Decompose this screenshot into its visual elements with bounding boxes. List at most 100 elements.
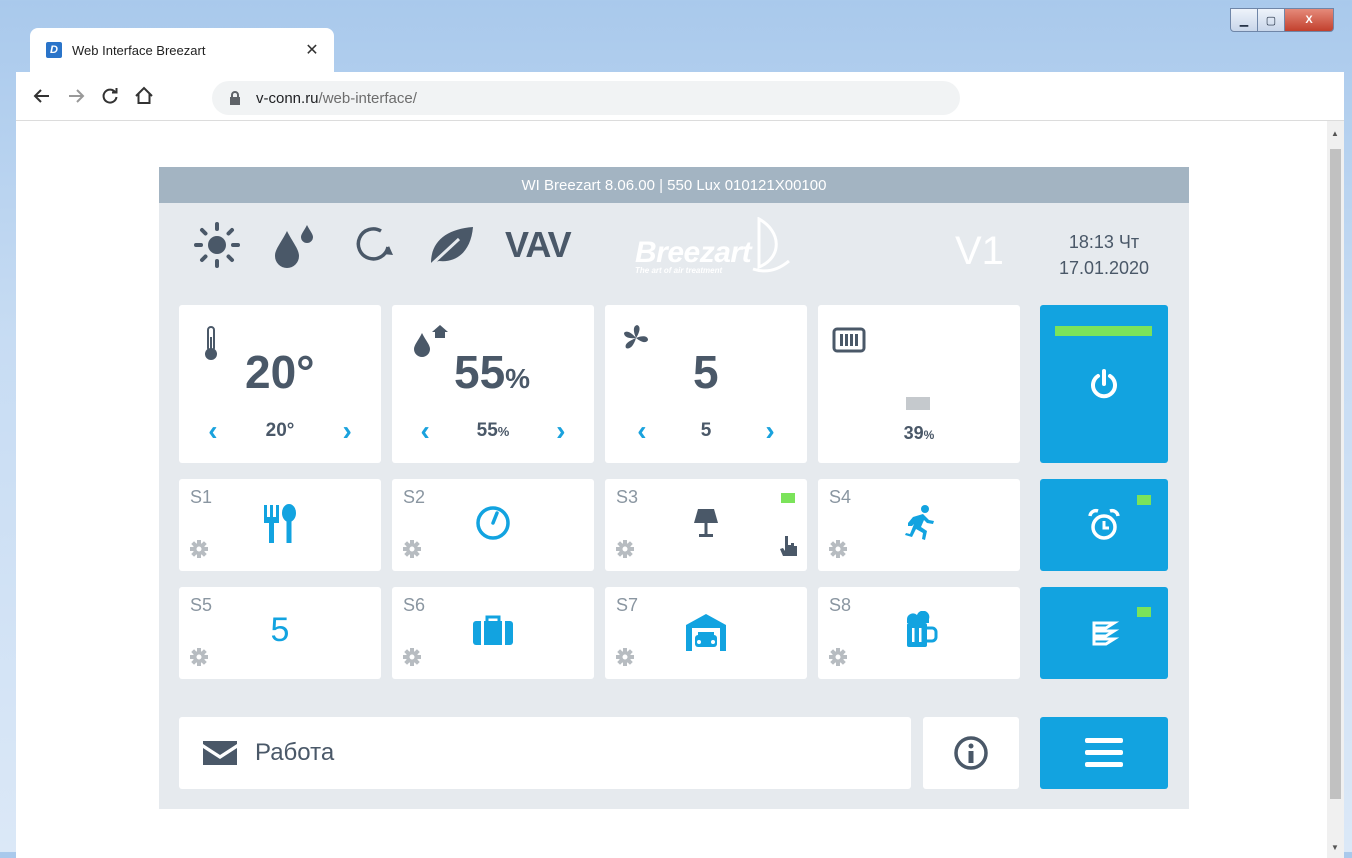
scenario-card-s2[interactable]: S2 <box>392 479 594 571</box>
schedule-active-indicator <box>1137 607 1151 617</box>
humidity-unit: % <box>505 363 531 394</box>
info-icon <box>954 736 988 770</box>
time-text: 18:13 Чт <box>1068 232 1140 252</box>
humidity-controls: ‹ 55% › <box>392 415 594 447</box>
fan-controls: ‹ 5 › <box>605 415 807 447</box>
garage-icon <box>605 611 807 653</box>
tab-title: Web Interface Breezart <box>72 42 206 58</box>
lock-icon <box>230 91 240 105</box>
humidity-number: 55 <box>454 346 506 398</box>
mode-icons: VAV <box>193 219 599 271</box>
gear-icon[interactable] <box>189 647 209 667</box>
thermometer-icon <box>205 326 217 360</box>
vertical-scrollbar[interactable]: ▲ ▼ <box>1327 121 1344 858</box>
scenario-card-s3[interactable]: S3 <box>605 479 807 571</box>
hand-pointer-icon <box>780 536 797 556</box>
briefcase-icon <box>392 611 594 651</box>
info-button[interactable] <box>923 717 1019 789</box>
browser-tab[interactable]: D Web Interface Breezart ✕ <box>30 28 334 72</box>
scenario-card-s8[interactable]: S8 <box>818 587 1020 679</box>
alarm-clock-icon <box>1088 508 1120 540</box>
home-humidity-icon <box>414 325 448 357</box>
gear-icon[interactable] <box>615 539 635 559</box>
url-host: v-conn.ru <box>256 89 319 107</box>
temperature-value: 20° <box>245 346 315 398</box>
menu-button[interactable] <box>1040 717 1168 789</box>
window-controls: ▁ ▢ X <box>1230 8 1334 32</box>
schedule-button[interactable] <box>1040 587 1168 679</box>
gear-icon[interactable] <box>615 647 635 667</box>
scenario-card-s1[interactable]: S1 <box>179 479 381 571</box>
page-viewport: ▲ ▼ WI Breezart 8.06.00 | 550 Lux 010121… <box>16 121 1344 858</box>
fan-speed-tile: 5 ‹ 5 › <box>605 305 807 463</box>
temperature-controls: ‹ 20° › <box>179 415 381 447</box>
beer-mug-icon <box>818 611 1020 653</box>
panel-header: WI Breezart 8.06.00 | 550 Lux 010121X001… <box>159 167 1189 203</box>
scenario-card-s7[interactable]: S7 <box>605 587 807 679</box>
leaf-icon <box>425 221 477 269</box>
utensils-icon <box>179 503 381 545</box>
scenario-card-s6[interactable]: S6 <box>392 587 594 679</box>
alarm-clock-button[interactable] <box>1040 479 1168 571</box>
scenario-card-s4[interactable]: S4 <box>818 479 1020 571</box>
scrollbar-thumb[interactable] <box>1330 149 1341 799</box>
status-message: Работа <box>255 739 335 766</box>
home-icon[interactable] <box>132 84 156 108</box>
fan-setpoint: 5 <box>700 420 712 441</box>
humidity-increase-button[interactable]: › <box>546 415 576 447</box>
power-status-indicator <box>1055 326 1152 336</box>
browser-window: ▁ ▢ X D Web Interface Breezart ✕ v-conn.… <box>8 8 1344 858</box>
heater-tile: 39% <box>818 305 1020 463</box>
humidity-drops-icon <box>269 221 321 269</box>
scenario-active-indicator <box>781 493 795 503</box>
envelope-icon <box>203 741 237 765</box>
scroll-down-icon[interactable]: ▼ <box>1331 843 1339 852</box>
temperature-setpoint: 20° <box>265 420 295 441</box>
gear-icon[interactable] <box>402 539 422 559</box>
brand-name: Breezart <box>635 236 752 269</box>
status-message-box: Работа <box>179 717 911 789</box>
humidity-value: 55% <box>454 345 530 399</box>
alarm-active-indicator <box>1137 495 1151 505</box>
url-text: v-conn.ru/web-interface/ <box>256 90 417 107</box>
sun-icon <box>193 221 241 269</box>
maximize-button[interactable]: ▢ <box>1258 8 1285 32</box>
lamp-icon <box>605 503 807 543</box>
gear-icon[interactable] <box>828 647 848 667</box>
close-window-button[interactable]: X <box>1285 8 1334 32</box>
scenario-value: 5 <box>270 611 290 649</box>
vav-mode-label: VAV <box>505 224 572 265</box>
fan-increase-button[interactable]: › <box>755 415 785 447</box>
schedule-layers-icon <box>1092 621 1120 646</box>
clock-icon <box>392 503 594 543</box>
forward-arrow-icon[interactable] <box>64 84 88 108</box>
browser-toolbar: v-conn.ru/web-interface/ <box>16 72 1344 121</box>
recirculation-icon <box>349 221 397 269</box>
address-bar[interactable]: v-conn.ru/web-interface/ <box>212 81 960 115</box>
minimize-button[interactable]: ▁ <box>1230 8 1258 32</box>
tab-close-button[interactable]: ✕ <box>302 40 322 60</box>
humidity-setpoint-unit: % <box>497 424 510 439</box>
heater-value: 39% <box>818 423 1020 444</box>
back-arrow-icon[interactable] <box>30 84 54 108</box>
fan-icon <box>624 325 648 349</box>
running-person-icon <box>818 503 1020 543</box>
temperature-decrease-button[interactable]: ‹ <box>198 415 228 447</box>
gear-icon[interactable] <box>189 539 209 559</box>
scroll-up-icon[interactable]: ▲ <box>1331 129 1339 138</box>
scenario-card-s5[interactable]: S5 5 <box>179 587 381 679</box>
gear-icon[interactable] <box>402 647 422 667</box>
humidity-decrease-button[interactable]: ‹ <box>410 415 440 447</box>
power-icon <box>1091 369 1117 399</box>
sail-icon <box>752 217 791 273</box>
power-button[interactable] <box>1040 305 1168 463</box>
heater-number: 39 <box>903 423 924 443</box>
hamburger-menu-icon <box>1085 738 1123 767</box>
gear-icon[interactable] <box>828 539 848 559</box>
radiator-icon <box>832 327 866 353</box>
fan-decrease-button[interactable]: ‹ <box>627 415 657 447</box>
temperature-increase-button[interactable]: › <box>332 415 362 447</box>
mode-label: V1 <box>955 229 1004 273</box>
heater-unit: % <box>923 428 935 442</box>
reload-icon[interactable] <box>98 84 122 108</box>
